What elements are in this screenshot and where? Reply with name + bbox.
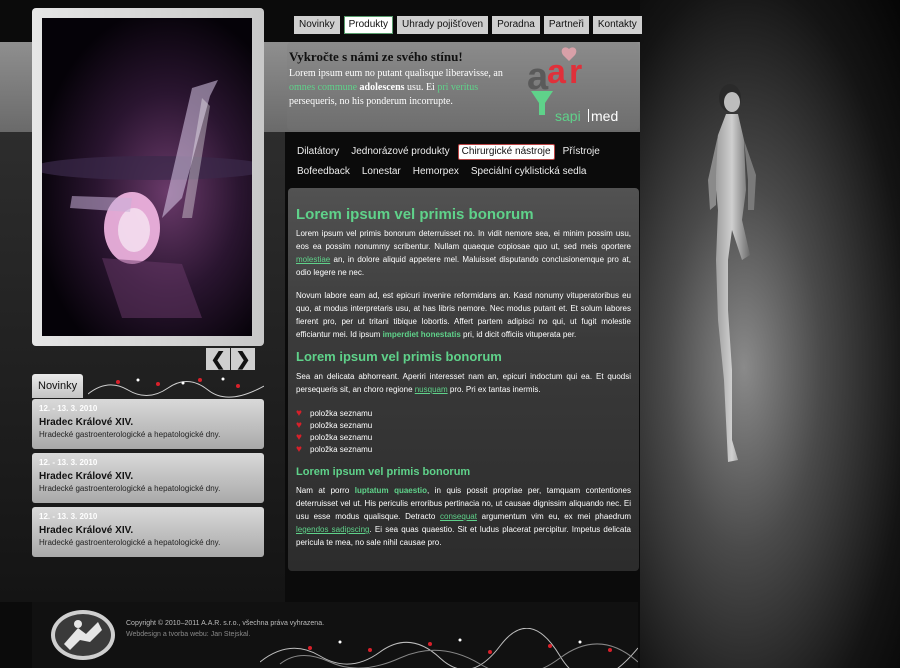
- category-navigation: Dilatátory Jednorázové produkty Chirurgi…: [293, 144, 633, 180]
- speculum-illustration: [42, 80, 252, 318]
- footer-floral-ornament-icon: [260, 628, 638, 668]
- news-item[interactable]: 12. - 13. 3. 2010 Hradec Králové XIV. Hr…: [32, 507, 264, 557]
- news-date: 12. - 13. 3. 2010: [39, 458, 98, 467]
- header-text-part: Lorem ipsum eum no putant qualisque libe…: [289, 68, 503, 79]
- text-part: Nam at porro: [296, 486, 355, 495]
- content-heading-1: Lorem ipsum vel primis bonorum: [296, 206, 534, 223]
- content-paragraph: Novum labore eam ad, est epicuri invenir…: [296, 289, 631, 341]
- footer-credit: Webdesign a tvorba webu: Jan Stejskal.: [126, 631, 251, 638]
- content-link[interactable]: consequat: [440, 512, 477, 521]
- logo-y-shape: [531, 91, 553, 115]
- chevron-right-icon: ❯: [235, 348, 251, 369]
- footer-emblem-icon: [51, 610, 115, 660]
- header-highlight: pri veritus: [437, 82, 479, 93]
- news-title: Hradec Králové XIV.: [39, 525, 134, 536]
- cat-pristroje[interactable]: Přístroje: [559, 144, 604, 160]
- main-content: Lorem ipsum vel primis bonorum Lorem ips…: [288, 188, 639, 571]
- cat-lonestar[interactable]: Lonestar: [358, 164, 405, 180]
- woman-silhouette-image: [708, 84, 756, 462]
- news-title: Hradec Králové XIV.: [39, 417, 134, 428]
- chevron-left-icon: ❮: [210, 348, 226, 369]
- aar-sapimed-logo[interactable]: a a r sapi med: [525, 47, 633, 123]
- content-link[interactable]: legendos sadipscing: [296, 525, 369, 534]
- nav-uhrady[interactable]: Uhrady pojišťoven: [397, 16, 489, 34]
- content-bold: luptatum quaestio: [354, 486, 427, 495]
- content-paragraph: Sea an delicata abhorreant. Aperiri inte…: [296, 370, 631, 396]
- cat-sedla[interactable]: Speciální cyklistická sedla: [467, 164, 591, 180]
- header-text-part: persequeris, no his ponderum incorrupte.: [289, 96, 453, 107]
- cat-bofeedback[interactable]: Bofeedback: [293, 164, 354, 180]
- logo-divider: [588, 109, 589, 122]
- top-navigation: Novinky Produkty Uhrady pojišťoven Porad…: [294, 16, 642, 34]
- news-header: Novinky: [32, 374, 264, 398]
- logo-letter-a-red: a: [547, 53, 567, 91]
- content-link[interactable]: nusquam: [415, 385, 448, 394]
- content-paragraph: Lorem ipsum vel primis bonorum deterruis…: [296, 227, 631, 279]
- text-part: pro. Pri ex tantas inermis.: [447, 385, 541, 394]
- list-item: položka seznamu: [296, 432, 631, 444]
- header-bold: adolescens: [359, 82, 405, 93]
- header-text-part: usu. Ei: [404, 82, 438, 93]
- floral-ornament-icon: [88, 377, 264, 398]
- text-part: pri, id dicit officiis vituperata per.: [460, 330, 577, 339]
- cat-chirurgicke[interactable]: Chirurgické nástroje: [457, 144, 555, 160]
- slider-prev-button[interactable]: ❮: [206, 348, 230, 370]
- news-description: Hradecké gastroenterologické a hepatolog…: [39, 538, 221, 547]
- nav-partneri[interactable]: Partneři: [543, 16, 589, 34]
- cat-hemorpex[interactable]: Hemorpex: [409, 164, 463, 180]
- text-part: argumentum vim eu, ex mei phaedrum: [476, 512, 631, 521]
- logo-sub-med: med: [591, 108, 618, 123]
- list-item: položka seznamu: [296, 420, 631, 432]
- news-description: Hradecké gastroenterologické a hepatolog…: [39, 484, 221, 493]
- logo-sub-sapi: sapi: [555, 108, 581, 123]
- content-link[interactable]: molestiae: [296, 255, 330, 264]
- product-photo: [42, 18, 252, 336]
- content-heading-3: Lorem ipsum vel primis bonorum: [296, 466, 471, 478]
- news-item[interactable]: 12. - 13. 3. 2010 Hradec Králové XIV. Hr…: [32, 399, 264, 449]
- news-tab[interactable]: Novinky: [32, 374, 84, 398]
- text-part: an, in dolore aliquid appetere mel. Malu…: [296, 255, 631, 277]
- text-part: Lorem ipsum vel primis bonorum deterruis…: [296, 229, 631, 251]
- nav-produkty[interactable]: Produkty: [343, 16, 394, 34]
- news-item[interactable]: 12. - 13. 3. 2010 Hradec Králové XIV. Hr…: [32, 453, 264, 503]
- list-item: položka seznamu: [296, 444, 631, 456]
- news-date: 12. - 13. 3. 2010: [39, 512, 98, 521]
- cat-jednorazove[interactable]: Jednorázové produkty: [347, 144, 453, 160]
- cat-dilatatory[interactable]: Dilatátory: [293, 144, 343, 160]
- news-description: Hradecké gastroenterologické a hepatolog…: [39, 430, 221, 439]
- bullet-list: položka seznamu položka seznamu položka …: [296, 408, 631, 456]
- footer-copyright: Copyright © 2010–2011 A.A.R. s.r.o., vše…: [126, 620, 325, 627]
- content-paragraph: Nam at porro luptatum quaestio, in quis …: [296, 484, 631, 549]
- header-highlight: omnes commune: [289, 82, 358, 93]
- header-title: Vykročte s námi ze svého stínu!: [289, 49, 463, 64]
- nav-kontakty[interactable]: Kontakty: [592, 16, 642, 34]
- content-heading-2: Lorem ipsum vel primis bonorum: [296, 349, 502, 364]
- slider-next-button[interactable]: ❯: [231, 348, 255, 370]
- header-text: Lorem ipsum eum no putant qualisque libe…: [289, 67, 519, 109]
- nav-poradna[interactable]: Poradna: [492, 16, 540, 34]
- list-item: položka seznamu: [296, 408, 631, 420]
- nav-novinky[interactable]: Novinky: [294, 16, 340, 34]
- news-title: Hradec Králové XIV.: [39, 471, 134, 482]
- news-date: 12. - 13. 3. 2010: [39, 404, 98, 413]
- right-spotlight-background: [640, 0, 900, 668]
- content-bold: imperdiet honestatis: [382, 330, 461, 339]
